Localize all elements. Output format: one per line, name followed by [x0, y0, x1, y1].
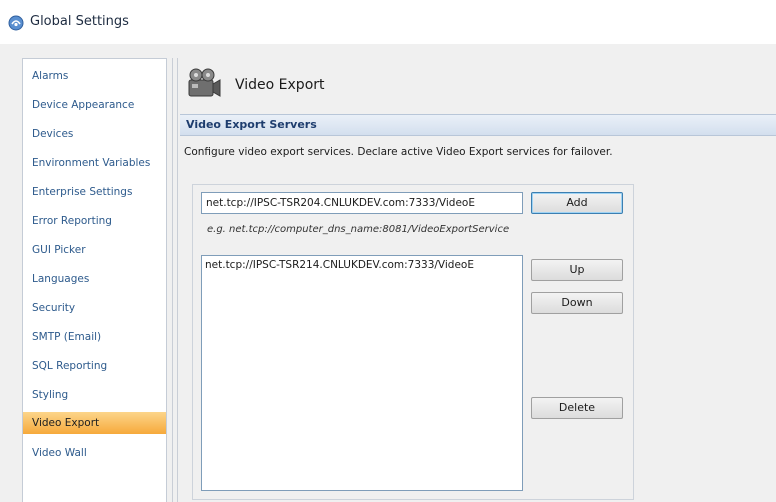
sidebar-item-smtp-email[interactable]: SMTP (Email): [23, 326, 166, 348]
page-title: Video Export: [235, 77, 325, 93]
splitter-left[interactable]: [172, 58, 173, 502]
up-button[interactable]: Up: [531, 259, 623, 281]
title-bar: Global Settings: [0, 0, 776, 44]
add-button[interactable]: Add: [531, 192, 623, 214]
sidebar-item-languages[interactable]: Languages: [23, 268, 166, 290]
section-header-title: Video Export Servers: [186, 118, 317, 131]
sidebar-item-security[interactable]: Security: [23, 297, 166, 319]
down-button[interactable]: Down: [531, 292, 623, 314]
delete-button[interactable]: Delete: [531, 397, 623, 419]
example-hint: e.g. net.tcp://computer_dns_name:8081/Vi…: [207, 224, 510, 235]
sidebar-item-device-appearance[interactable]: Device Appearance: [23, 94, 166, 116]
sidebar-item-enterprise-settings[interactable]: Enterprise Settings: [23, 181, 166, 203]
sidebar-item-environment-variables[interactable]: Environment Variables: [23, 152, 166, 174]
sidebar-item-styling[interactable]: Styling: [23, 384, 166, 406]
sidebar-item-gui-picker[interactable]: GUI Picker: [23, 239, 166, 261]
server-address-input[interactable]: [201, 192, 523, 214]
video-export-panel: Video Export Video Export Servers Config…: [178, 58, 776, 502]
globe-settings-icon: [8, 15, 24, 31]
settings-sidebar: Alarms Device Appearance Devices Environ…: [22, 58, 167, 502]
window-title: Global Settings: [30, 14, 129, 29]
list-item[interactable]: net.tcp://IPSC-TSR214.CNLUKDEV.com:7333/…: [205, 259, 474, 271]
sidebar-item-devices[interactable]: Devices: [23, 123, 166, 145]
server-list[interactable]: net.tcp://IPSC-TSR214.CNLUKDEV.com:7333/…: [201, 255, 523, 491]
sidebar-item-sql-reporting[interactable]: SQL Reporting: [23, 355, 166, 377]
sidebar-item-alarms[interactable]: Alarms: [23, 65, 166, 87]
film-reel-icon: [188, 68, 221, 97]
sidebar-item-error-reporting[interactable]: Error Reporting: [23, 210, 166, 232]
servers-group: Add e.g. net.tcp://computer_dns_name:808…: [192, 184, 634, 500]
global-settings-window: Global Settings Alarms Device Appearance…: [0, 0, 776, 502]
sidebar-item-video-wall[interactable]: Video Wall: [23, 442, 166, 464]
section-description: Configure video export services. Declare…: [184, 146, 613, 158]
sidebar-item-video-export[interactable]: Video Export: [23, 412, 166, 434]
section-header: Video Export Servers: [180, 114, 776, 136]
